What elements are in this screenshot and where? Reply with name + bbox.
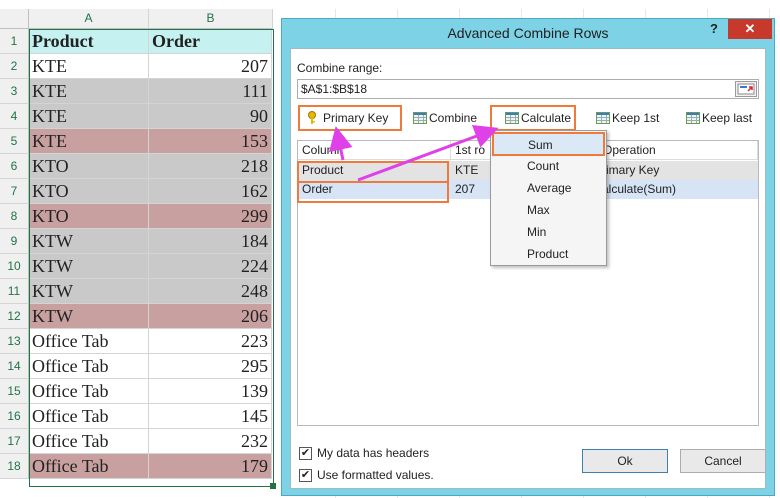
dialog-body: Combine range: $A$1:$B$18 Primary Key Co… bbox=[290, 48, 766, 489]
use-formatted-values-checkbox[interactable]: ✔ bbox=[299, 469, 312, 482]
column-header-b[interactable]: B bbox=[149, 9, 273, 29]
row-header[interactable]: 4 bbox=[0, 104, 29, 129]
keep-last-label: Keep last bbox=[702, 111, 753, 125]
menu-item-average[interactable]: Average bbox=[493, 177, 604, 199]
menu-item-product[interactable]: Product bbox=[493, 243, 604, 265]
keep-last-grid-icon bbox=[686, 112, 700, 124]
row-header[interactable]: 13 bbox=[0, 329, 29, 354]
dialog-title: Advanced Combine Rows bbox=[447, 25, 609, 41]
row-header[interactable]: 2 bbox=[0, 54, 29, 79]
cancel-button[interactable]: Cancel bbox=[680, 449, 766, 473]
row-header[interactable]: 11 bbox=[0, 279, 29, 304]
row-header[interactable]: 12 bbox=[0, 304, 29, 329]
ok-button[interactable]: Ok bbox=[582, 449, 668, 473]
combine-grid-icon bbox=[413, 112, 427, 124]
keep-first-grid-icon bbox=[596, 112, 610, 124]
column-header-operation[interactable]: Operation bbox=[598, 141, 758, 160]
sum-highlight-box bbox=[492, 132, 605, 156]
row-header[interactable]: 18 bbox=[0, 454, 29, 479]
column-header-column[interactable]: Column bbox=[298, 141, 451, 160]
row-header[interactable]: 9 bbox=[0, 229, 29, 254]
help-button[interactable]: ? bbox=[704, 21, 724, 36]
product-row-highlight-box bbox=[297, 161, 449, 183]
keep-first-label: Keep 1st bbox=[612, 111, 660, 125]
use-formatted-values-label: Use formatted values. bbox=[317, 468, 434, 482]
list-cell-operation: rimary Key bbox=[602, 163, 660, 177]
row-header[interactable]: 1 bbox=[0, 29, 29, 54]
row-header[interactable]: 7 bbox=[0, 179, 29, 204]
primary-key-highlight-box bbox=[298, 105, 402, 131]
combine-range-input[interactable]: $A$1:$B$18 bbox=[297, 79, 759, 99]
combine-range-value: $A$1:$B$18 bbox=[301, 82, 368, 96]
order-row-highlight-box bbox=[297, 181, 449, 203]
list-cell-operation: alculate(Sum) bbox=[602, 182, 677, 196]
row-header[interactable]: 16 bbox=[0, 404, 29, 429]
menu-item-count[interactable]: Count bbox=[493, 155, 604, 177]
row-header[interactable]: 10 bbox=[0, 254, 29, 279]
select-all-corner[interactable] bbox=[0, 9, 29, 29]
my-data-has-headers-label: My data has headers bbox=[317, 446, 430, 460]
combine-button[interactable]: Combine bbox=[413, 108, 477, 128]
row-header[interactable]: 15 bbox=[0, 379, 29, 404]
row-header[interactable]: 17 bbox=[0, 429, 29, 454]
keep-first-button[interactable]: Keep 1st bbox=[596, 108, 659, 128]
combine-label: Combine bbox=[429, 111, 478, 125]
keep-last-button[interactable]: Keep last bbox=[686, 108, 752, 128]
close-button[interactable]: ✕ bbox=[728, 19, 772, 39]
column-header-a[interactable]: A bbox=[29, 9, 149, 29]
selection-outline bbox=[29, 29, 274, 487]
row-header[interactable]: 6 bbox=[0, 154, 29, 179]
menu-item-max[interactable]: Max bbox=[493, 199, 604, 221]
combine-range-label: Combine range: bbox=[297, 61, 383, 75]
range-select-icon[interactable] bbox=[735, 81, 757, 97]
fill-handle[interactable] bbox=[270, 483, 276, 489]
row-header[interactable]: 3 bbox=[0, 79, 29, 104]
calculate-dropdown-menu: Sum Count Average Max Min Product bbox=[490, 130, 607, 266]
row-header[interactable]: 5 bbox=[0, 129, 29, 154]
calculate-highlight-box bbox=[490, 105, 576, 131]
my-data-has-headers-checkbox[interactable]: ✔ bbox=[299, 447, 312, 460]
row-header[interactable]: 14 bbox=[0, 354, 29, 379]
row-header[interactable]: 8 bbox=[0, 204, 29, 229]
menu-item-min[interactable]: Min bbox=[493, 221, 604, 243]
